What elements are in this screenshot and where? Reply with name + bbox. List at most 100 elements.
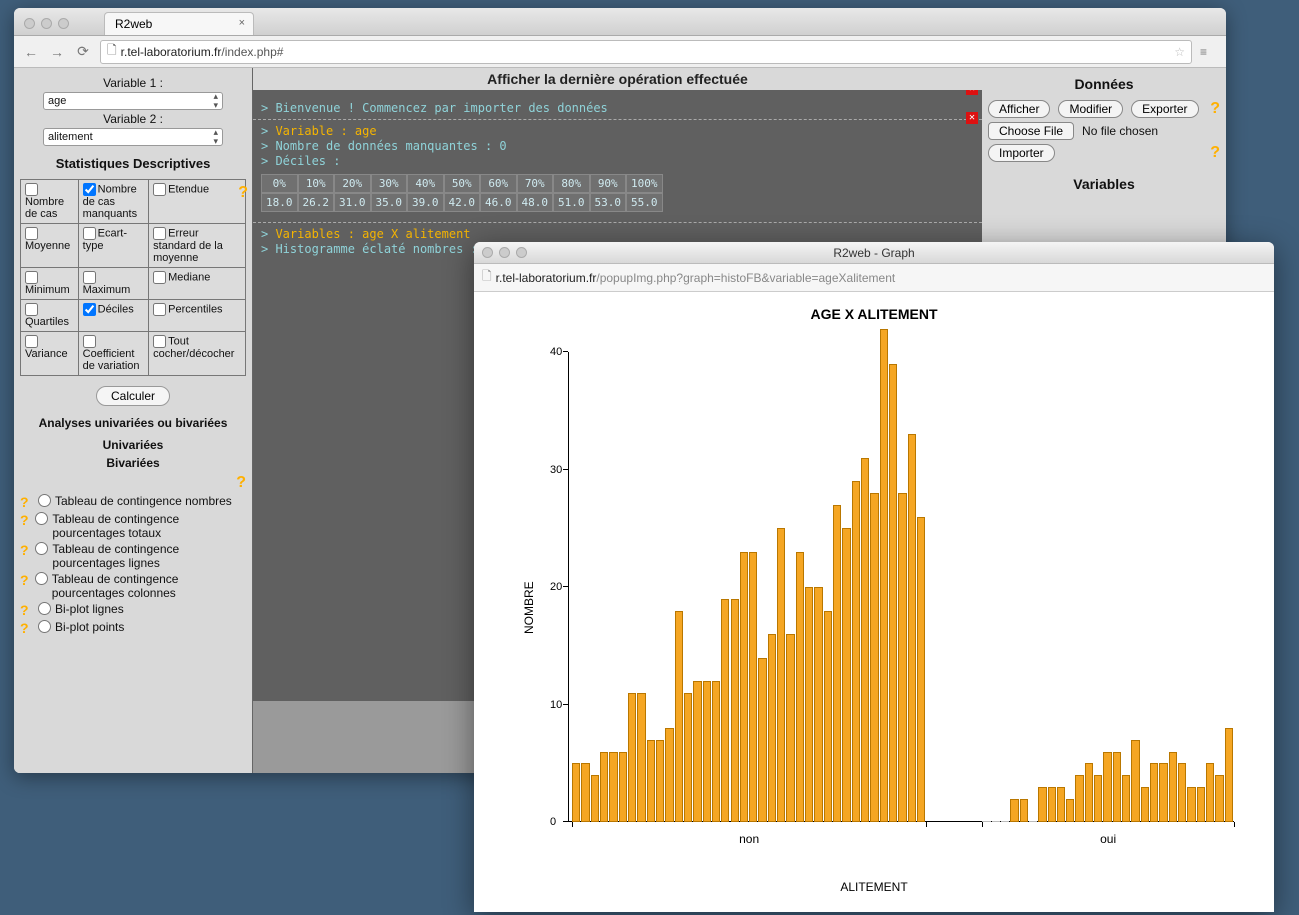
modifier-button[interactable]: Modifier [1058,100,1123,118]
decile-value: 35.0 [371,193,408,212]
variables-title: Variables [988,176,1220,192]
chart-bar [619,752,627,823]
zoom-window-button[interactable] [58,18,69,29]
help-icon[interactable]: ? [20,620,34,636]
cb-nombre-cas[interactable] [25,183,38,196]
var2-value: alitement [48,131,93,143]
decile-column: 10%26.2 [298,174,335,212]
help-icon[interactable]: ? [20,572,31,588]
cb-minimum[interactable] [25,271,38,284]
cell-quartiles[interactable]: Quartiles [21,300,79,332]
popup-close-button[interactable] [482,247,493,258]
analysis-label: Tableau de contingence pourcentages lign… [52,542,246,570]
analysis-option[interactable]: ?Tableau de contingence nombres [20,494,246,510]
deciles-table: 0%18.010%26.220%31.030%35.040%39.050%42.… [261,174,974,212]
var1-select[interactable]: age ▴▾ [43,92,223,110]
analysis-option[interactable]: ? Tableau de contingence pourcentages lig… [20,542,246,570]
analysis-radio[interactable] [35,572,48,585]
help-icon[interactable]: ? [20,494,34,510]
analysis-label: Bi-plot lignes [55,602,124,616]
chart-bar [1057,787,1065,822]
cb-ecart-type[interactable] [83,227,96,240]
cell-percentiles[interactable]: Percentiles [149,300,246,332]
cb-mediane[interactable] [153,271,166,284]
chart-bar [805,587,813,822]
cb-percentiles[interactable] [153,303,166,316]
cell-cas-manquants[interactable]: Nombre de cas manquants [78,180,149,224]
analysis-radio[interactable] [35,512,48,525]
close-message-icon[interactable]: ✕ [966,90,978,95]
analysis-option[interactable]: ? Bi-plot lignes [20,602,246,618]
help-icon[interactable]: ? [20,602,34,618]
cell-etendue[interactable]: Etendue [149,180,246,224]
cb-tout-cocher[interactable] [153,335,166,348]
cell-mediane[interactable]: Mediane [149,268,246,300]
cell-deciles[interactable]: Déciles [78,300,149,332]
chart-bar [1029,821,1037,822]
analysis-option[interactable]: ?Tableau de contingence pourcentages tot… [20,512,246,540]
help-icon[interactable]: ? [1210,100,1220,118]
cb-etendue[interactable] [153,183,166,196]
bookmark-star-icon[interactable]: ☆ [1174,45,1185,59]
cell-nombre-cas[interactable]: Nombre de cas [21,180,79,224]
popup-minimize-button[interactable] [499,247,510,258]
chart-bar [1048,787,1056,822]
cb-variance[interactable] [25,335,38,348]
afficher-button[interactable]: Afficher [988,100,1050,118]
analysis-radio[interactable] [38,620,51,633]
var2-select[interactable]: alitement ▴▾ [43,128,223,146]
cell-minimum[interactable]: Minimum [21,268,79,300]
exporter-button[interactable]: Exporter [1131,100,1198,118]
importer-button[interactable]: Importer [988,144,1055,162]
help-icon[interactable]: ? [238,184,248,202]
cell-moyenne[interactable]: Moyenne [21,224,79,268]
popup-zoom-button[interactable] [516,247,527,258]
cb-moyenne[interactable] [25,227,38,240]
chart-title: AGE X ALITEMENT [474,306,1274,322]
decile-header: 10% [298,174,335,193]
cell-maximum[interactable]: Maximum [78,268,149,300]
browser-tab[interactable]: R2web × [104,12,254,35]
menu-icon[interactable]: ≡ [1200,45,1218,59]
cb-coef-var[interactable] [83,335,96,348]
cell-variance[interactable]: Variance [21,332,79,376]
help-icon[interactable]: ? [236,474,246,491]
forward-icon[interactable]: → [48,44,66,60]
help-icon[interactable]: ? [20,542,31,558]
cell-ecart-type[interactable]: Ecart-type [78,224,149,268]
analysis-option[interactable]: ?Bi-plot points [20,620,246,636]
choose-file-button[interactable]: Choose File [988,122,1074,140]
bivariees-label: Bivariées [20,456,246,470]
calculer-button[interactable]: Calculer [96,386,170,406]
minimize-window-button[interactable] [41,18,52,29]
analysis-option[interactable]: ?Tableau de contingence pourcentages col… [20,572,246,600]
close-window-button[interactable] [24,18,35,29]
decile-value: 51.0 [553,193,590,212]
cb-deciles[interactable] [83,303,96,316]
cb-err-std[interactable] [153,227,166,240]
cb-cas-manquants[interactable] [83,183,96,196]
cell-tout-cocher[interactable]: Tout cocher/décocher [149,332,246,376]
cb-maximum[interactable] [83,271,96,284]
help-icon[interactable]: ? [1210,144,1220,162]
help-icon[interactable]: ? [20,512,31,528]
chart-bar [796,552,804,822]
popup-window-controls [482,247,527,258]
page-icon: 🗋 [107,41,117,62]
popup-url-bar[interactable]: 🗋 r.tel-laboratorium.fr /popupImg.php?gr… [474,264,1274,292]
reload-icon[interactable]: ⟳ [74,43,92,60]
back-icon[interactable]: ← [22,44,40,60]
cell-coef-var[interactable]: Coefficient de variation [78,332,149,376]
analysis-radio[interactable] [38,494,51,507]
analysis-radio[interactable] [38,602,51,615]
close-message-icon[interactable]: ✕ [966,112,978,124]
center-header[interactable]: Afficher la dernière opération effectuée [253,68,982,91]
x-axis-label: ALITEMENT [840,880,907,894]
cb-quartiles[interactable] [25,303,38,316]
analysis-radio[interactable] [35,542,48,555]
decile-header: 40% [407,174,444,193]
url-bar[interactable]: 🗋 r.tel-laboratorium.fr /index.php# ☆ [100,40,1192,64]
chart-bar [609,752,617,823]
close-tab-icon[interactable]: × [239,17,245,29]
cell-err-std[interactable]: Erreur standard de la moyenne [149,224,246,268]
